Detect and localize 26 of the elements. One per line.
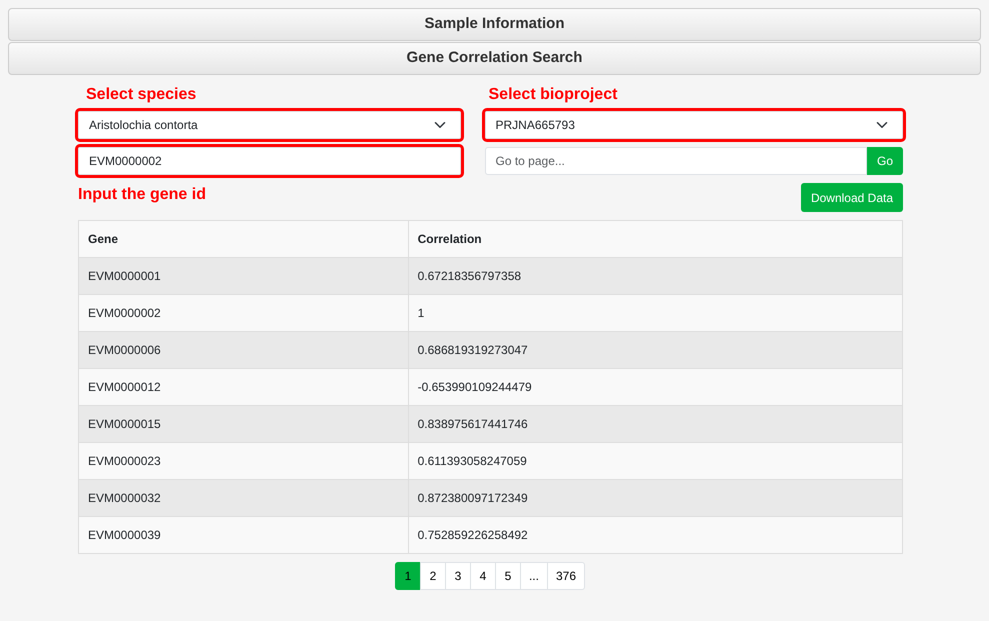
table-cell: EVM0000001 [78, 258, 408, 294]
table-cell: EVM0000006 [78, 332, 408, 368]
bioproject-select[interactable]: PRJNA665793 [484, 111, 904, 139]
annotation-label: Select species [86, 85, 198, 105]
column-header: Correlation [408, 220, 902, 258]
table-cell: 0.752859226258492 [408, 516, 902, 554]
column-header: Gene [78, 220, 408, 258]
section-header[interactable]: Sample Information [8, 8, 981, 41]
annotation-label: Select bioproject [488, 85, 618, 105]
page-button[interactable]: 376 [546, 562, 586, 590]
table-cell: EVM0000015 [78, 406, 408, 442]
page-button[interactable]: ... [520, 562, 548, 590]
page-button[interactable]: 2 [420, 562, 446, 590]
table-cell: 0.686819319273047 [408, 332, 902, 368]
go-to-page-field[interactable]: Go to page... [484, 147, 867, 175]
table-cell: EVM0000032 [78, 480, 408, 516]
table-cell: 0.838975617441746 [408, 406, 902, 442]
table-cell: 0.67218356797358 [408, 258, 902, 294]
table-cell: EVM0000039 [78, 516, 408, 554]
page-button[interactable]: 4 [470, 562, 496, 590]
annotation-label: Input the gene id [78, 185, 207, 205]
section-header[interactable]: Gene Correlation Search [8, 42, 981, 75]
page-button[interactable]: 5 [494, 562, 521, 590]
table-cell: 0.872380097172349 [408, 480, 902, 516]
page-button[interactable]: 3 [444, 562, 471, 590]
page-button[interactable]: 1 [394, 562, 421, 590]
